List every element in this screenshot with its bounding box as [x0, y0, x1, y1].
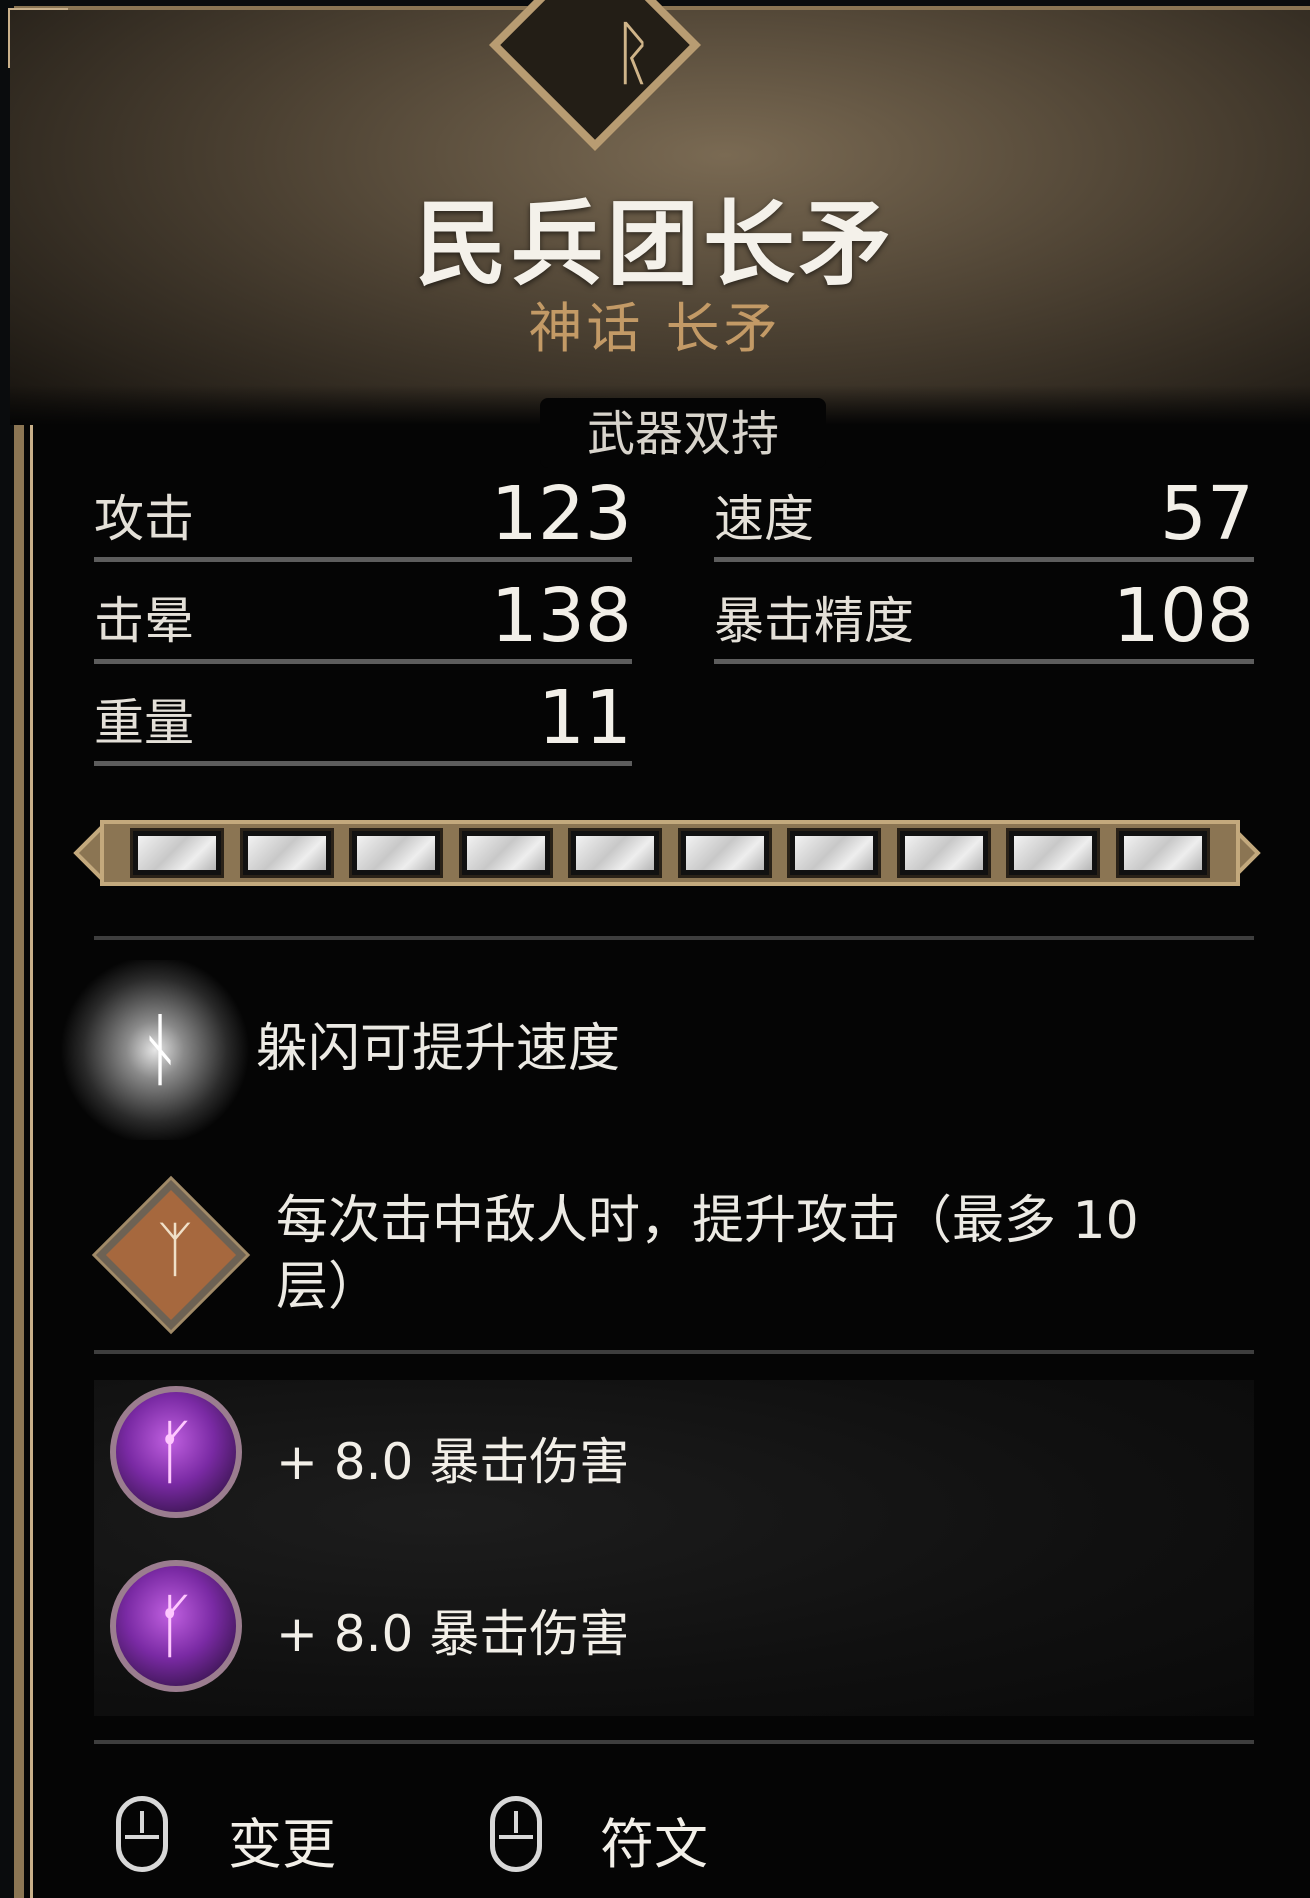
dual-wield-label: 武器双持 [540, 398, 826, 468]
section-divider [94, 936, 1254, 940]
upgrade-slot-fill [357, 836, 436, 870]
upgrade-slot-fill [1123, 836, 1202, 870]
right-mouse-icon [490, 1796, 542, 1872]
stat-label: 攻击 [94, 490, 194, 548]
stat-stun: 击晕 138 [94, 573, 632, 664]
perk-attack-stack-line2: 层） [276, 1257, 381, 1317]
upgrade-slot-fill [138, 836, 216, 870]
section-divider [94, 1740, 1254, 1744]
perk-attack-stack-line1: 每次击中敌人时，提升攻击（最多 10 [276, 1191, 1139, 1251]
upgrade-slot [787, 828, 882, 878]
change-button[interactable]: 变更 [228, 1800, 336, 1879]
purple-rune-icon: ᚶ [155, 1411, 197, 1493]
upgrade-slot-fill [904, 836, 983, 870]
upgrade-slots [130, 828, 1210, 878]
perk-dodge-speed: 躲闪可提升速度 [256, 1019, 621, 1079]
upgrade-slot [896, 828, 991, 878]
stat-label: 速度 [714, 490, 814, 548]
dodge-rune-icon: ᚾ [136, 1003, 184, 1096]
left-mouse-icon [116, 1796, 168, 1872]
upgrade-slot [568, 828, 663, 878]
stat-label: 重量 [94, 694, 194, 752]
attack-stack-icon: ᛉ [157, 1215, 193, 1285]
rune-slots-panel [94, 1380, 1254, 1716]
stat-value: 11 [537, 675, 632, 761]
stat-attack: 攻击 123 [94, 471, 632, 562]
upgrade-slot [677, 828, 772, 878]
rune-bonus-2: + 8.0 暴击伤害 [276, 1605, 630, 1663]
purple-rune-icon: ᚶ [155, 1585, 197, 1667]
upgrade-slot [239, 828, 334, 878]
upgrade-slot-fill [685, 836, 764, 870]
upgrade-slot [1115, 828, 1210, 878]
stat-weight: 重量 11 [94, 675, 632, 766]
upgrade-slot-fill [795, 836, 874, 870]
section-divider [94, 1350, 1254, 1354]
upgrade-slot [458, 828, 553, 878]
stat-label: 暴击精度 [714, 592, 914, 650]
upgrade-slot-fill [1014, 836, 1093, 870]
stat-crit-chance: 暴击精度 108 [714, 573, 1254, 664]
upgrade-slot-fill [576, 836, 655, 870]
upgrade-slot [1006, 828, 1101, 878]
upgrade-slot [349, 828, 444, 878]
item-rarity-type: 神话 长矛 [528, 297, 782, 360]
stat-label: 击晕 [94, 592, 194, 650]
upgrade-slot-fill [466, 836, 545, 870]
upgrade-slot-fill [247, 836, 326, 870]
rune-button[interactable]: 符文 [600, 1800, 708, 1879]
stat-value: 123 [490, 471, 632, 557]
rune-bonus-1: + 8.0 暴击伤害 [276, 1433, 630, 1491]
stat-speed: 速度 57 [714, 471, 1254, 562]
stat-value: 57 [1159, 471, 1254, 557]
upgrade-slot [130, 828, 224, 878]
stat-value: 108 [1112, 573, 1254, 659]
stat-value: 138 [490, 573, 632, 659]
